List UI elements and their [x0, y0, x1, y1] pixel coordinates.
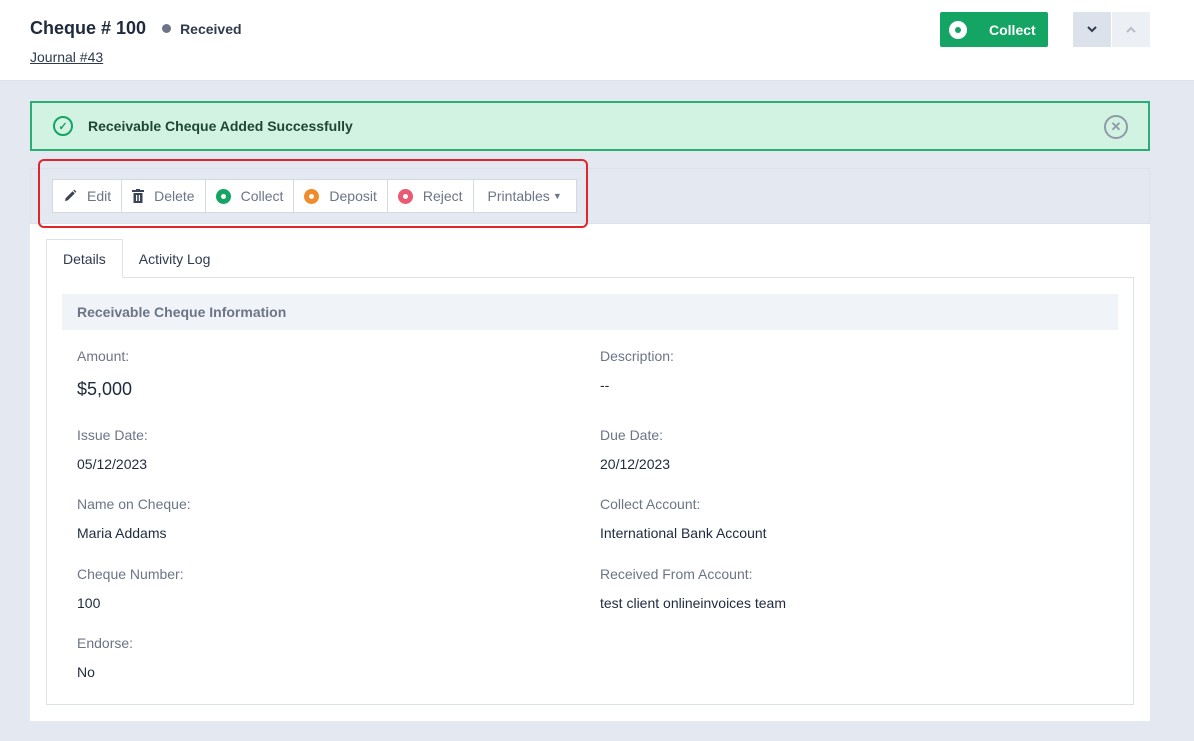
collect-account-label: Collect Account: — [600, 496, 701, 512]
chevron-up-icon — [1126, 26, 1136, 33]
name-on-cheque-label: Name on Cheque: — [77, 496, 191, 512]
description-field: Description: -- — [600, 348, 674, 393]
name-on-cheque-field: Name on Cheque: Maria Addams — [77, 496, 191, 541]
journal-link[interactable]: Journal #43 — [30, 49, 103, 65]
collect-button-label: Collect — [989, 21, 1036, 38]
status-badge: Received — [180, 20, 242, 37]
issue-date-label: Issue Date: — [77, 427, 148, 443]
alert-message: Receivable Cheque Added Successfully — [88, 118, 353, 134]
endorse-value: No — [77, 664, 95, 680]
tab-bar: Details Activity Log — [46, 239, 226, 278]
previous-record-button[interactable] — [1112, 12, 1150, 47]
collect-icon — [949, 20, 967, 39]
amount-value: $5,000 — [77, 379, 133, 399]
endorse-label: Endorse: — [77, 635, 134, 651]
issue-date-value: 05/12/2023 — [77, 456, 148, 472]
check-circle-icon: ✓ — [53, 116, 73, 136]
page-header: Cheque # 100 Received Journal #43 Collec… — [0, 0, 1194, 81]
toolbar-highlight-frame — [38, 159, 588, 228]
cheque-panel: Edit Delete Collect Deposit Reject Print… — [30, 168, 1150, 721]
success-alert: ✓ Receivable Cheque Added Successfully ✕ — [30, 101, 1150, 151]
tab-details[interactable]: Details — [46, 239, 123, 278]
close-circle-icon[interactable]: ✕ — [1104, 115, 1128, 139]
received-from-field: Received From Account: test client onlin… — [600, 566, 786, 611]
section-title: Receivable Cheque Information — [62, 294, 1118, 330]
name-on-cheque-value: Maria Addams — [77, 525, 167, 541]
due-date-value: 20/12/2023 — [600, 456, 671, 472]
collect-account-field: Collect Account: International Bank Acco… — [600, 496, 767, 541]
chevron-down-icon — [1087, 26, 1097, 33]
received-from-label: Received From Account: — [600, 566, 753, 582]
collect-button[interactable]: Collect — [940, 12, 1048, 47]
issue-date-field: Issue Date: 05/12/2023 — [77, 427, 148, 472]
amount-field: Amount: $5,000 — [77, 348, 132, 400]
description-value: -- — [600, 377, 610, 393]
cheque-number-field: Cheque Number: 100 — [77, 566, 184, 611]
title-row: Cheque # 100 Received — [30, 18, 242, 39]
collect-account-value: International Bank Account — [600, 525, 767, 541]
amount-label: Amount: — [77, 348, 130, 364]
status-dot-icon — [162, 24, 172, 33]
next-record-button[interactable] — [1073, 12, 1111, 47]
endorse-field: Endorse: No — [77, 635, 133, 680]
cheque-number-value: 100 — [77, 595, 101, 611]
page-title: Cheque # 100 — [30, 18, 147, 38]
received-from-value: test client onlineinvoices team — [600, 595, 786, 611]
details-content: Receivable Cheque Information Amount: $5… — [46, 277, 1134, 705]
tab-activity-log[interactable]: Activity Log — [123, 239, 227, 278]
description-label: Description: — [600, 348, 674, 364]
due-date-label: Due Date: — [600, 427, 664, 443]
record-navigation — [1073, 12, 1150, 47]
cheque-number-label: Cheque Number: — [77, 566, 184, 582]
due-date-field: Due Date: 20/12/2023 — [600, 427, 670, 472]
